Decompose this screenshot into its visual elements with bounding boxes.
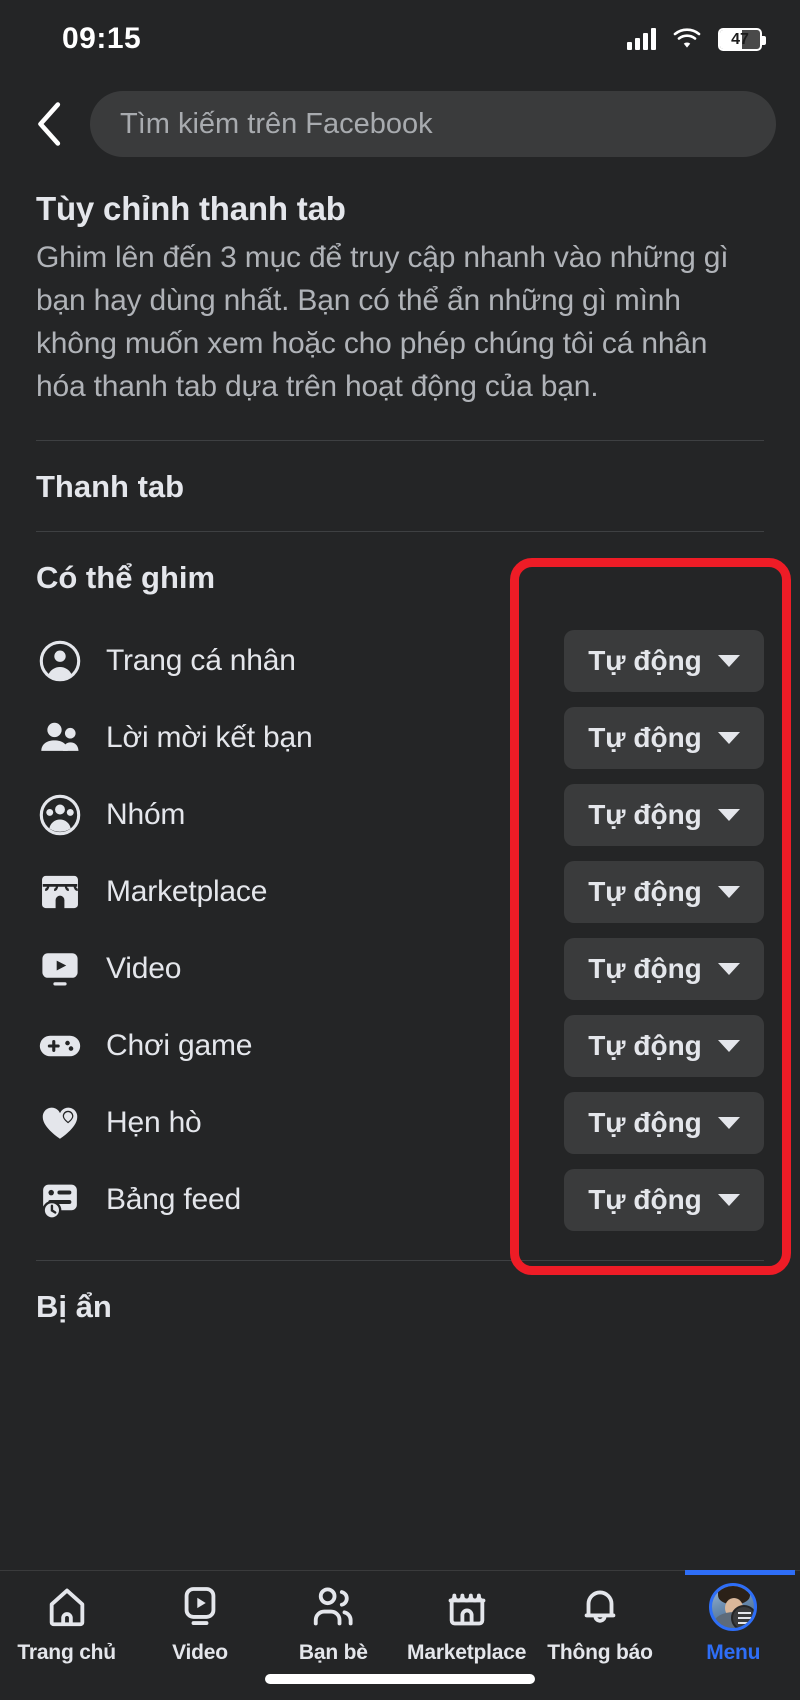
pinnable-row[interactable]: Lời mời kết bạn Tự động bbox=[0, 699, 800, 776]
home-indicator bbox=[265, 1674, 535, 1684]
chevron-down-icon bbox=[717, 962, 740, 975]
pinnable-state-dropdown[interactable]: Tự động bbox=[564, 1091, 764, 1154]
pinnable-row-label: Nhóm bbox=[106, 797, 186, 831]
nav-item-label: Bạn bè bbox=[298, 1641, 368, 1664]
pinnable-state-value: Tự động bbox=[588, 644, 702, 676]
marketplace-icon bbox=[444, 1583, 490, 1631]
nav-item-label: Video bbox=[172, 1641, 228, 1664]
intro-block: Tùy chỉnh thanh tab Ghim lên đến 3 mục đ… bbox=[0, 168, 800, 408]
nav-item-bạn-bè[interactable]: Bạn bè bbox=[267, 1571, 400, 1681]
search-header bbox=[0, 88, 800, 160]
friends-icon bbox=[36, 714, 84, 762]
wifi-icon bbox=[673, 27, 701, 48]
nav-item-label: Menu bbox=[706, 1641, 761, 1664]
bell-icon bbox=[577, 1583, 623, 1631]
marketplace-shop-icon bbox=[36, 868, 84, 916]
pinnable-state-dropdown[interactable]: Tự động bbox=[564, 1014, 764, 1077]
chevron-down-icon bbox=[717, 1039, 740, 1052]
pinnable-row-label: Chơi game bbox=[106, 1028, 253, 1062]
pinnable-row-label: Video bbox=[106, 951, 182, 985]
signal-bars-icon bbox=[627, 28, 656, 50]
nav-item-label: Thông báo bbox=[547, 1641, 653, 1664]
pinnable-row[interactable]: Bảng feed Tự động bbox=[0, 1161, 800, 1238]
section-heading-hidden: Bị ẩn bbox=[36, 1289, 112, 1324]
nav-item-marketplace[interactable]: Marketplace bbox=[400, 1571, 533, 1681]
nav-item-label: Trang chủ bbox=[17, 1641, 116, 1664]
pinnable-state-dropdown[interactable]: Tự động bbox=[564, 783, 764, 846]
pinnable-state-dropdown[interactable]: Tự động bbox=[564, 937, 764, 1000]
video-icon bbox=[177, 1583, 223, 1631]
pinnable-row-label: Bảng feed bbox=[106, 1182, 241, 1216]
pinnable-row-label: Hẹn hò bbox=[106, 1105, 202, 1139]
pinnable-row[interactable]: Hẹn hò Tự động bbox=[0, 1084, 800, 1161]
pinnable-row[interactable]: Video Tự động bbox=[0, 930, 800, 1007]
battery-percent: 47 bbox=[731, 30, 749, 48]
gamepad-icon bbox=[36, 1022, 84, 1070]
section-heading-tab-bar: Thanh tab bbox=[36, 469, 185, 504]
search-input[interactable] bbox=[120, 107, 746, 141]
nav-item-menu[interactable]: Menu bbox=[667, 1570, 800, 1681]
status-time: 09:15 bbox=[62, 22, 142, 55]
pinnable-state-value: Tự động bbox=[588, 1183, 702, 1215]
chevron-down-icon bbox=[717, 731, 740, 744]
pinnable-state-value: Tự động bbox=[588, 798, 702, 830]
pinnable-row-label: Lời mời kết bạn bbox=[106, 720, 313, 754]
back-chevron-icon bbox=[38, 102, 61, 146]
chevron-down-icon bbox=[717, 654, 740, 667]
pinnable-row[interactable]: Trang cá nhân Tự động bbox=[0, 622, 800, 699]
chevron-down-icon bbox=[717, 1193, 740, 1206]
video-play-icon bbox=[36, 945, 84, 993]
chevron-down-icon bbox=[717, 885, 740, 898]
pinnable-list: Trang cá nhân Tự động Lời mời kết bạn Tự độ… bbox=[0, 622, 800, 1238]
pinnable-state-dropdown[interactable]: Tự động bbox=[564, 860, 764, 923]
settings-content: Tùy chỉnh thanh tab Ghim lên đến 3 mục đ… bbox=[0, 168, 800, 1570]
back-button[interactable] bbox=[26, 94, 72, 154]
pinnable-row-label: Trang cá nhân bbox=[106, 643, 296, 677]
groups-circle-icon bbox=[36, 791, 84, 839]
avatar bbox=[709, 1583, 758, 1631]
pinnable-state-dropdown[interactable]: Tự động bbox=[564, 629, 764, 692]
status-indicators: 47 bbox=[627, 27, 766, 51]
heart-dating-icon bbox=[36, 1099, 84, 1147]
avatar-menu-icon bbox=[709, 1583, 758, 1631]
nav-item-label: Marketplace bbox=[407, 1641, 527, 1664]
phone-screen: 09:15 47 Tùy chỉnh thanh tab bbox=[0, 0, 800, 1700]
pinnable-row[interactable]: Nhóm Tự động bbox=[0, 776, 800, 853]
pinnable-state-dropdown[interactable]: Tự động bbox=[564, 706, 764, 769]
nav-item-thông-báo[interactable]: Thông báo bbox=[533, 1571, 666, 1681]
nav-item-video[interactable]: Video bbox=[133, 1571, 266, 1681]
nav-item-trang-chủ[interactable]: Trang chủ bbox=[0, 1571, 133, 1681]
search-bar[interactable] bbox=[90, 91, 776, 157]
pinnable-state-value: Tự động bbox=[588, 721, 702, 753]
section-heading-pinnable: Có thể ghim bbox=[36, 560, 216, 595]
battery-icon: 47 bbox=[718, 27, 766, 51]
pinnable-state-dropdown[interactable]: Tự động bbox=[564, 1168, 764, 1231]
pinnable-state-value: Tự động bbox=[588, 952, 702, 984]
pinnable-row[interactable]: Chơi game Tự động bbox=[0, 1007, 800, 1084]
page-description: Ghim lên đến 3 mục để truy cập nhanh vào… bbox=[36, 241, 729, 403]
pinnable-state-value: Tự động bbox=[588, 1106, 702, 1138]
chevron-down-icon bbox=[717, 808, 740, 821]
status-bar: 09:15 47 bbox=[0, 0, 800, 78]
pinnable-state-value: Tự động bbox=[588, 1029, 702, 1061]
page-title: Tùy chỉnh thanh tab bbox=[36, 190, 346, 227]
pinnable-state-value: Tự động bbox=[588, 875, 702, 907]
pinnable-row-label: Marketplace bbox=[106, 874, 268, 908]
profile-circle-icon bbox=[36, 637, 84, 685]
home-icon bbox=[44, 1583, 90, 1631]
pinnable-row[interactable]: Marketplace Tự động bbox=[0, 853, 800, 930]
friends-icon bbox=[310, 1583, 356, 1631]
chevron-down-icon bbox=[717, 1116, 740, 1129]
feeds-clock-icon bbox=[36, 1176, 84, 1224]
